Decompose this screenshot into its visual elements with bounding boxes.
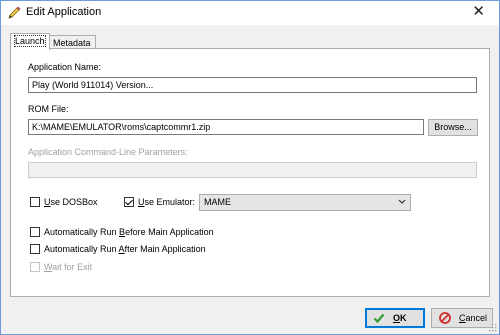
app-name-field[interactable]: Play (World 911014) Version...: [28, 77, 477, 93]
rom-file-label: ROM File:: [28, 104, 69, 114]
use-dosbox-checkbox[interactable]: [30, 197, 40, 207]
wait-for-exit-checkbox[interactable]: [30, 262, 40, 272]
cancel-icon: [439, 312, 451, 324]
cmdline-label: Application Command-Line Parameters:: [28, 147, 188, 157]
cmdline-field[interactable]: [28, 162, 477, 178]
rom-file-field[interactable]: K:\MAME\EMULATOR\roms\captcommr1.zip: [28, 119, 424, 135]
window-title: Edit Application: [26, 6, 102, 18]
run-before-checkbox[interactable]: [30, 227, 40, 237]
browse-button[interactable]: Browse...: [428, 119, 478, 136]
cancel-label: Cancel: [459, 313, 488, 323]
chevron-down-icon: [398, 199, 406, 204]
tab-launch-label: Launch: [14, 35, 46, 47]
use-dosbox-label: Use DOSBox: [44, 197, 98, 207]
run-after-label: Automatically Run After Main Application: [44, 244, 206, 254]
pencil-icon: [8, 6, 21, 19]
app-name-label: Application Name:: [28, 62, 102, 72]
tab-metadata[interactable]: Metadata: [48, 35, 96, 49]
emulator-select-value: MAME: [204, 197, 231, 207]
checkmark-icon: [373, 313, 385, 324]
close-icon[interactable]: ✕: [472, 4, 485, 20]
run-before-label: Automatically Run Before Main Applicatio…: [44, 227, 214, 237]
tab-launch[interactable]: Launch: [10, 33, 50, 50]
tab-metadata-label: Metadata: [53, 38, 91, 48]
resize-grip-icon[interactable]: [487, 322, 497, 332]
ok-label: OK: [393, 313, 407, 323]
run-after-checkbox[interactable]: [30, 244, 40, 254]
use-emulator-label: Use Emulator:: [138, 197, 196, 207]
use-emulator-checkbox[interactable]: [124, 197, 134, 207]
edit-application-window: Edit Application ✕ Launch Metadata Appli…: [0, 0, 500, 335]
cancel-button[interactable]: Cancel: [431, 308, 493, 328]
launch-panel: Application Name: Play (World 911014) Ve…: [10, 48, 490, 297]
ok-button[interactable]: OK: [365, 308, 425, 328]
emulator-select[interactable]: MAME: [199, 194, 411, 211]
title-bar[interactable]: Edit Application ✕: [1, 1, 499, 25]
wait-for-exit-label: Wait for Exit: [44, 262, 93, 272]
